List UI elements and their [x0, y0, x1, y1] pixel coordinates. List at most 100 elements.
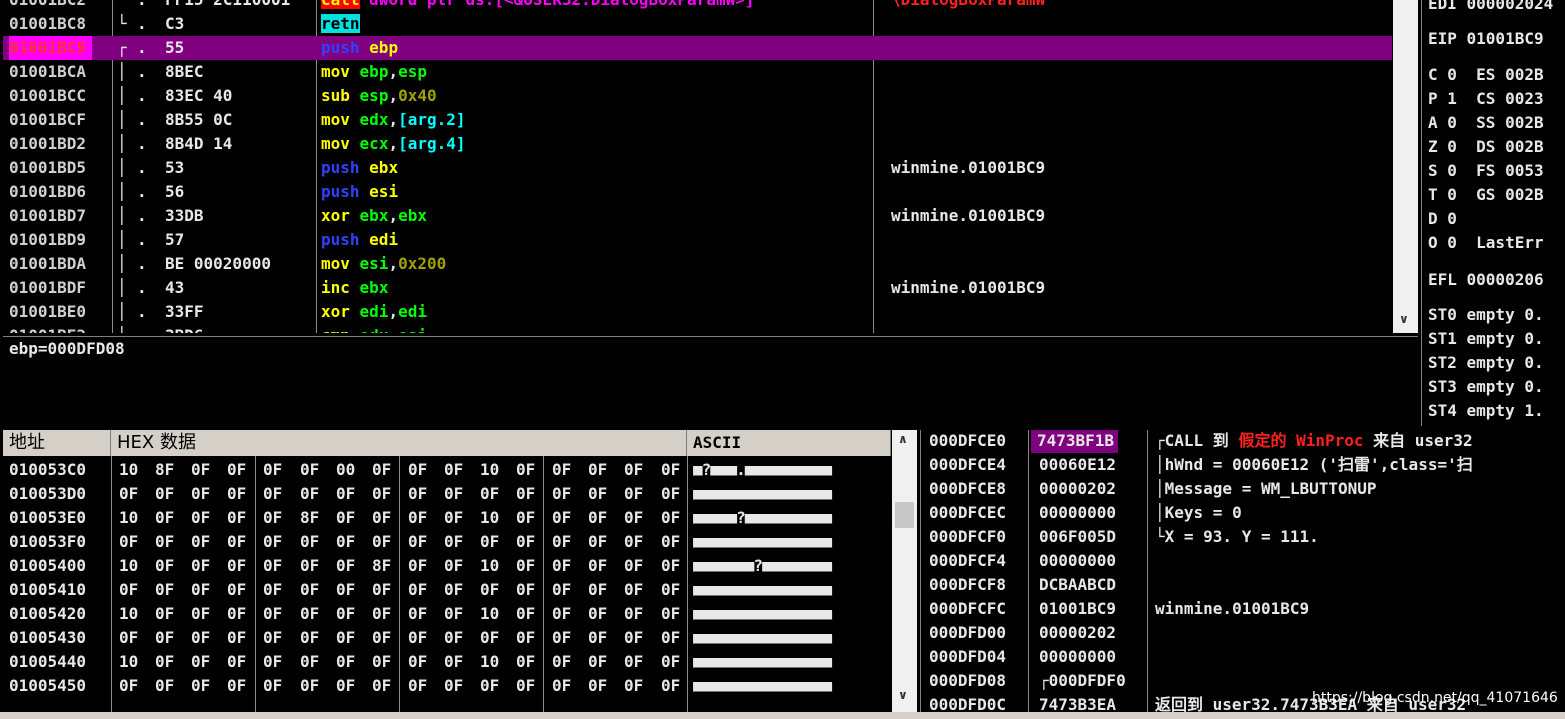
disasm-row[interactable]: 01001BE0 │. 33FF xor edi,edi	[3, 300, 1392, 324]
dump-header-address[interactable]: 地址	[3, 430, 111, 456]
register-line[interactable]: O 0 LastErr	[1428, 231, 1544, 255]
dump-row[interactable]: 01005420 10 0F 0F 0F 0F 0F 0F 0F 0F 0F 10 0F 0F 0F 0F 0F…	[3, 602, 891, 626]
stack-row[interactable]: 000DFCE4 00060E12 │hWnd = 00060E12 ('扫雷',c…	[921, 453, 1565, 477]
scroll-thumb[interactable]	[895, 502, 914, 528]
dump-byte: 0F	[372, 532, 392, 551]
register-line[interactable]: EDI 000002024	[1428, 0, 1553, 16]
register-line[interactable]: ST4 empty 1.	[1428, 399, 1544, 423]
register-line[interactable]: T 0 GS 002B	[1428, 183, 1544, 207]
dump-byte: 0F	[155, 580, 175, 599]
dump-byte: 0F	[263, 580, 283, 599]
dump-byte: 0F	[624, 508, 644, 527]
dump-header-ascii[interactable]: ASCII	[687, 430, 891, 456]
scroll-down-icon[interactable]: ∨	[1399, 312, 1409, 326]
disasm-address: 01001BD9	[9, 230, 87, 249]
stack-row[interactable]: 000DFCF0 006F005D └X = 93. Y = 111.	[921, 525, 1565, 549]
dump-row[interactable]: 010053D0 0F 0F 0F 0F 0F 0F 0F 0F 0F 0F 0F 0F 0F 0F 0F 0F…	[3, 482, 891, 506]
dump-byte: 0F	[263, 556, 283, 575]
disasm-row[interactable]: 01001BD7 │. 33DB xor ebx,ebx winmine.01001BC…	[3, 204, 1392, 228]
disassembly-pane[interactable]: 01001BC2. FF15 2C110001 call dword ptr ds:…	[3, 0, 1392, 333]
dump-byte: 8F	[300, 508, 320, 527]
dump-byte: 0F	[227, 652, 247, 671]
disasm-instruction: push esi	[321, 182, 399, 201]
dump-byte: 0F	[516, 556, 536, 575]
stack-address: 000DFCF0	[929, 527, 1007, 546]
stack-row[interactable]: 000DFCF4 00000000	[921, 549, 1565, 573]
stack-pane[interactable]: 000DFCE0 7473BF1B ┌CALL 到 假定的 WinProc 来自 u…	[920, 430, 1565, 719]
dump-byte: 0F	[300, 676, 320, 695]
dump-row[interactable]: 01005410 0F 0F 0F 0F 0F 0F 0F 0F 0F 0F 0F 0F 0F 0F 0F 0F…	[3, 578, 891, 602]
disasm-row[interactable]: 01001BCC │. 83EC 40 sub esp,0x40	[3, 84, 1392, 108]
disasm-dot: .	[137, 0, 147, 12]
dump-byte: 0F	[300, 604, 320, 623]
dump-byte: 0F	[444, 460, 464, 479]
dump-row[interactable]: 01005450 0F 0F 0F 0F 0F 0F 0F 0F 0F 0F 0F 0F 0F 0F 0F 0F…	[3, 674, 891, 698]
dump-byte: 0F	[119, 676, 139, 695]
registers-pane[interactable]: EDI 000002024 EIP 01001BC9 C 0 ES 002B P 1 …	[1421, 0, 1565, 426]
dump-byte: 0F	[263, 460, 283, 479]
register-line[interactable]: Z 0 DS 002B	[1428, 135, 1544, 159]
stack-row[interactable]: 000DFCFC 01001BC9 winmine.01001BC9	[921, 597, 1565, 621]
disasm-row[interactable]: 01001BD6 │. 56 push esi	[3, 180, 1392, 204]
register-line[interactable]: S 0 FS 0053	[1428, 159, 1544, 183]
register-line[interactable]: C 0 ES 002B	[1428, 63, 1544, 87]
stack-row[interactable]: 000DFD04 00000000	[921, 645, 1565, 669]
disasm-row[interactable]: 01001BD2 │. 8B4D 14 mov ecx,[arg.4]	[3, 132, 1392, 156]
dump-address: 01005400	[9, 556, 87, 575]
memory-dump-pane[interactable]: 地址 HEX 数据 ASCII 010053C0 10 8F 0F 0F 0F 0F 00 0F…	[3, 430, 891, 719]
register-line[interactable]: ST1 empty 0.	[1428, 327, 1544, 351]
disasm-address: 01001BC2	[9, 0, 86, 12]
dump-row[interactable]: 010053C0 10 8F 0F 0F 0F 0F 00 0F 0F 0F 10 0F 0F 0F 0F 0F…	[3, 458, 891, 482]
disasm-row[interactable]: 01001BCF │. 8B55 0C mov edx,[arg.2]	[3, 108, 1392, 132]
stack-row[interactable]: 000DFCF8 DCBAABCD	[921, 573, 1565, 597]
disasm-hex: 43	[165, 278, 185, 297]
register-line[interactable]: ST3 empty 0.	[1428, 375, 1544, 399]
dump-byte: 0F	[444, 676, 464, 695]
stack-address: 000DFCE0	[929, 431, 1007, 450]
disasm-row[interactable]: 01001BC8 └. C3 retn	[3, 12, 1392, 36]
stack-comment: │hWnd = 00060E12 ('扫雷',class='扫	[1155, 453, 1473, 477]
dump-header-hex[interactable]: HEX 数据	[111, 430, 687, 456]
disasm-row[interactable]: 01001BDF │. 43 inc ebx winmine.01001BC9	[3, 276, 1392, 300]
disasm-row[interactable]: 01001BC9 ┌. 55 push ebp	[3, 36, 1392, 60]
dump-byte: 0F	[516, 484, 536, 503]
stack-row[interactable]: 000DFCE8 00000202 │Message = WM_LBUTTONUP	[921, 477, 1565, 501]
scroll-down-icon[interactable]: ∨	[898, 688, 908, 702]
dump-row[interactable]: 010053F0 0F 0F 0F 0F 0F 0F 0F 0F 0F 0F 0F 0F 0F 0F 0F 0F…	[3, 530, 891, 554]
register-line[interactable]: EIP 01001BC9	[1428, 27, 1544, 51]
disasm-instruction: mov ebp,esp	[321, 62, 427, 81]
stack-row[interactable]: 000DFCEC 00000000 │Keys = 0	[921, 501, 1565, 525]
dump-byte: 0F	[552, 508, 572, 527]
disassembly-scrollbar[interactable]: ∨	[1393, 0, 1418, 333]
stack-row[interactable]: 000DFD00 00000202	[921, 621, 1565, 645]
dump-row[interactable]: 01005440 10 0F 0F 0F 0F 0F 0F 0F 0F 0F 10 0F 0F 0F 0F 0F…	[3, 650, 891, 674]
dump-address: 01005450	[9, 676, 87, 695]
register-line[interactable]: EFL 00000206	[1428, 268, 1544, 292]
dump-byte: 0F	[300, 628, 320, 647]
disasm-row[interactable]: 01001BDA │. BE 00020000 mov esi,0x200	[3, 252, 1392, 276]
scroll-up-icon[interactable]: ∧	[898, 432, 908, 446]
register-line[interactable]: ST2 empty 0.	[1428, 351, 1544, 375]
disasm-row[interactable]: 01001BD5 │. 53 push ebx winmine.01001BC9	[3, 156, 1392, 180]
dump-row[interactable]: 01005400 10 0F 0F 0F 0F 0F 0F 8F 0F 0F 10 0F 0F 0F 0F 0F…	[3, 554, 891, 578]
dump-row[interactable]: 01005430 0F 0F 0F 0F 0F 0F 0F 0F 0F 0F 0F 0F 0F 0F 0F 0F…	[3, 626, 891, 650]
register-line[interactable]: ST0 empty 0.	[1428, 303, 1544, 327]
dump-byte: 0F	[588, 604, 608, 623]
disasm-row[interactable]: 01001BE2 │. 3BD6 cmp edx,esi	[3, 324, 1392, 333]
dump-byte: 0F	[624, 460, 644, 479]
disasm-row[interactable]: 01001BD9 │. 57 push edi	[3, 228, 1392, 252]
disasm-row[interactable]: 01001BCA │. 8BEC mov ebp,esp	[3, 60, 1392, 84]
info-text: ebp=000DFD08	[9, 339, 125, 358]
disasm-row[interactable]: 01001BC2. FF15 2C110001 call dword ptr ds:…	[3, 0, 1392, 12]
stack-row[interactable]: 000DFCE0 7473BF1B ┌CALL 到 假定的 WinProc 来自 u…	[921, 430, 1565, 453]
dump-byte: 0F	[300, 580, 320, 599]
register-line[interactable]: A 0 SS 002B	[1428, 111, 1544, 135]
dump-byte: 0F	[480, 676, 500, 695]
dump-byte: 0F	[227, 676, 247, 695]
disasm-dot: .	[137, 62, 147, 81]
dump-row[interactable]: 010053E0 10 0F 0F 0F 0F 8F 0F 0F 0F 0F 10 0F 0F 0F 0F 0F…	[3, 506, 891, 530]
dump-scrollbar[interactable]: ∧ ∨	[892, 430, 917, 719]
stack-address: 000DFCF8	[929, 575, 1007, 594]
register-line[interactable]: P 1 CS 0023	[1428, 87, 1544, 111]
register-line[interactable]: D 0	[1428, 207, 1457, 231]
